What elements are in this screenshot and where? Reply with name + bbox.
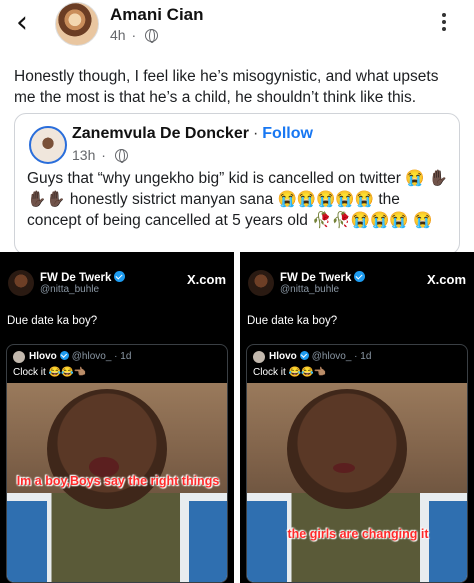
shared-post-card[interactable]: Zanemvula De Doncker · Follow 13h · Guys t… xyxy=(14,113,460,255)
verified-badge-icon xyxy=(114,271,126,282)
screenshot-image[interactable]: FW De Twerk @nitta_buhle X.com Due date … xyxy=(240,252,474,583)
attached-images: FW De Twerk @nitta_buhle X.com Due date … xyxy=(0,252,474,583)
globe-icon xyxy=(145,29,159,43)
tweet-handle: @nitta_buhle xyxy=(280,284,340,295)
verified-badge-icon xyxy=(299,351,309,360)
site-label: X.com xyxy=(186,272,226,287)
tweet-text: Due date ka boy? xyxy=(7,315,98,327)
tweet-author: FW De Twerk xyxy=(40,271,126,284)
verified-badge-icon xyxy=(354,271,366,282)
avatar xyxy=(8,270,34,296)
video-caption: the girls are changing it xyxy=(287,527,429,541)
quoted-tweet: Hlovo @hlovo_ · 1d Clock it 😂😂👈🏽 Im a boy… xyxy=(6,344,228,583)
quote-text: Clock it 😂😂👈🏽 xyxy=(253,367,326,378)
video-caption: Im a boy,Boys say the right things xyxy=(16,474,220,488)
tweet-handle: @nitta_buhle xyxy=(40,284,100,295)
ellipsis-vertical-icon[interactable] xyxy=(432,10,456,40)
quote-author: Hlovo @hlovo_ · 1d xyxy=(269,351,372,362)
avatar xyxy=(248,270,274,296)
avatar[interactable] xyxy=(29,126,67,164)
shared-post-meta: 13h · xyxy=(72,147,128,163)
quote-text: Clock it 😂😂👈🏽 xyxy=(13,367,86,378)
post-time: 4h xyxy=(110,27,126,43)
post-header: ‹ Amani Cian 4h · xyxy=(0,0,474,52)
post-meta: 4h · xyxy=(110,27,159,43)
avatar xyxy=(253,351,265,363)
chevron-left-icon[interactable]: ‹ xyxy=(16,8,40,38)
shared-author-line: Zanemvula De Doncker · Follow xyxy=(72,125,313,142)
site-label: X.com xyxy=(426,272,466,287)
globe-icon xyxy=(114,149,128,163)
avatar[interactable] xyxy=(55,2,99,46)
verified-badge-icon xyxy=(59,351,69,360)
video-frame: Im a boy,Boys say the right things xyxy=(7,383,227,582)
tweet-author: FW De Twerk xyxy=(280,271,366,284)
tweet-text: Due date ka boy? xyxy=(247,315,338,327)
quoted-tweet: Hlovo @hlovo_ · 1d Clock it 😂😂👈🏽 the girl… xyxy=(246,344,468,583)
video-frame: the girls are changing it xyxy=(247,383,467,582)
shared-author-name[interactable]: Zanemvula De Doncker xyxy=(72,125,249,142)
author-name[interactable]: Amani Cian xyxy=(110,5,204,25)
shared-post-text: Guys that “why ungekho big” kid is cance… xyxy=(27,170,449,229)
follow-button[interactable]: Follow xyxy=(262,125,313,142)
post-text: Honestly though, I feel like he’s misogy… xyxy=(14,68,439,106)
avatar xyxy=(13,351,25,363)
quote-author: Hlovo @hlovo_ · 1d xyxy=(29,351,132,362)
screenshot-image[interactable]: FW De Twerk @nitta_buhle X.com Due date … xyxy=(0,252,234,583)
shared-post-time: 13h xyxy=(72,147,96,163)
